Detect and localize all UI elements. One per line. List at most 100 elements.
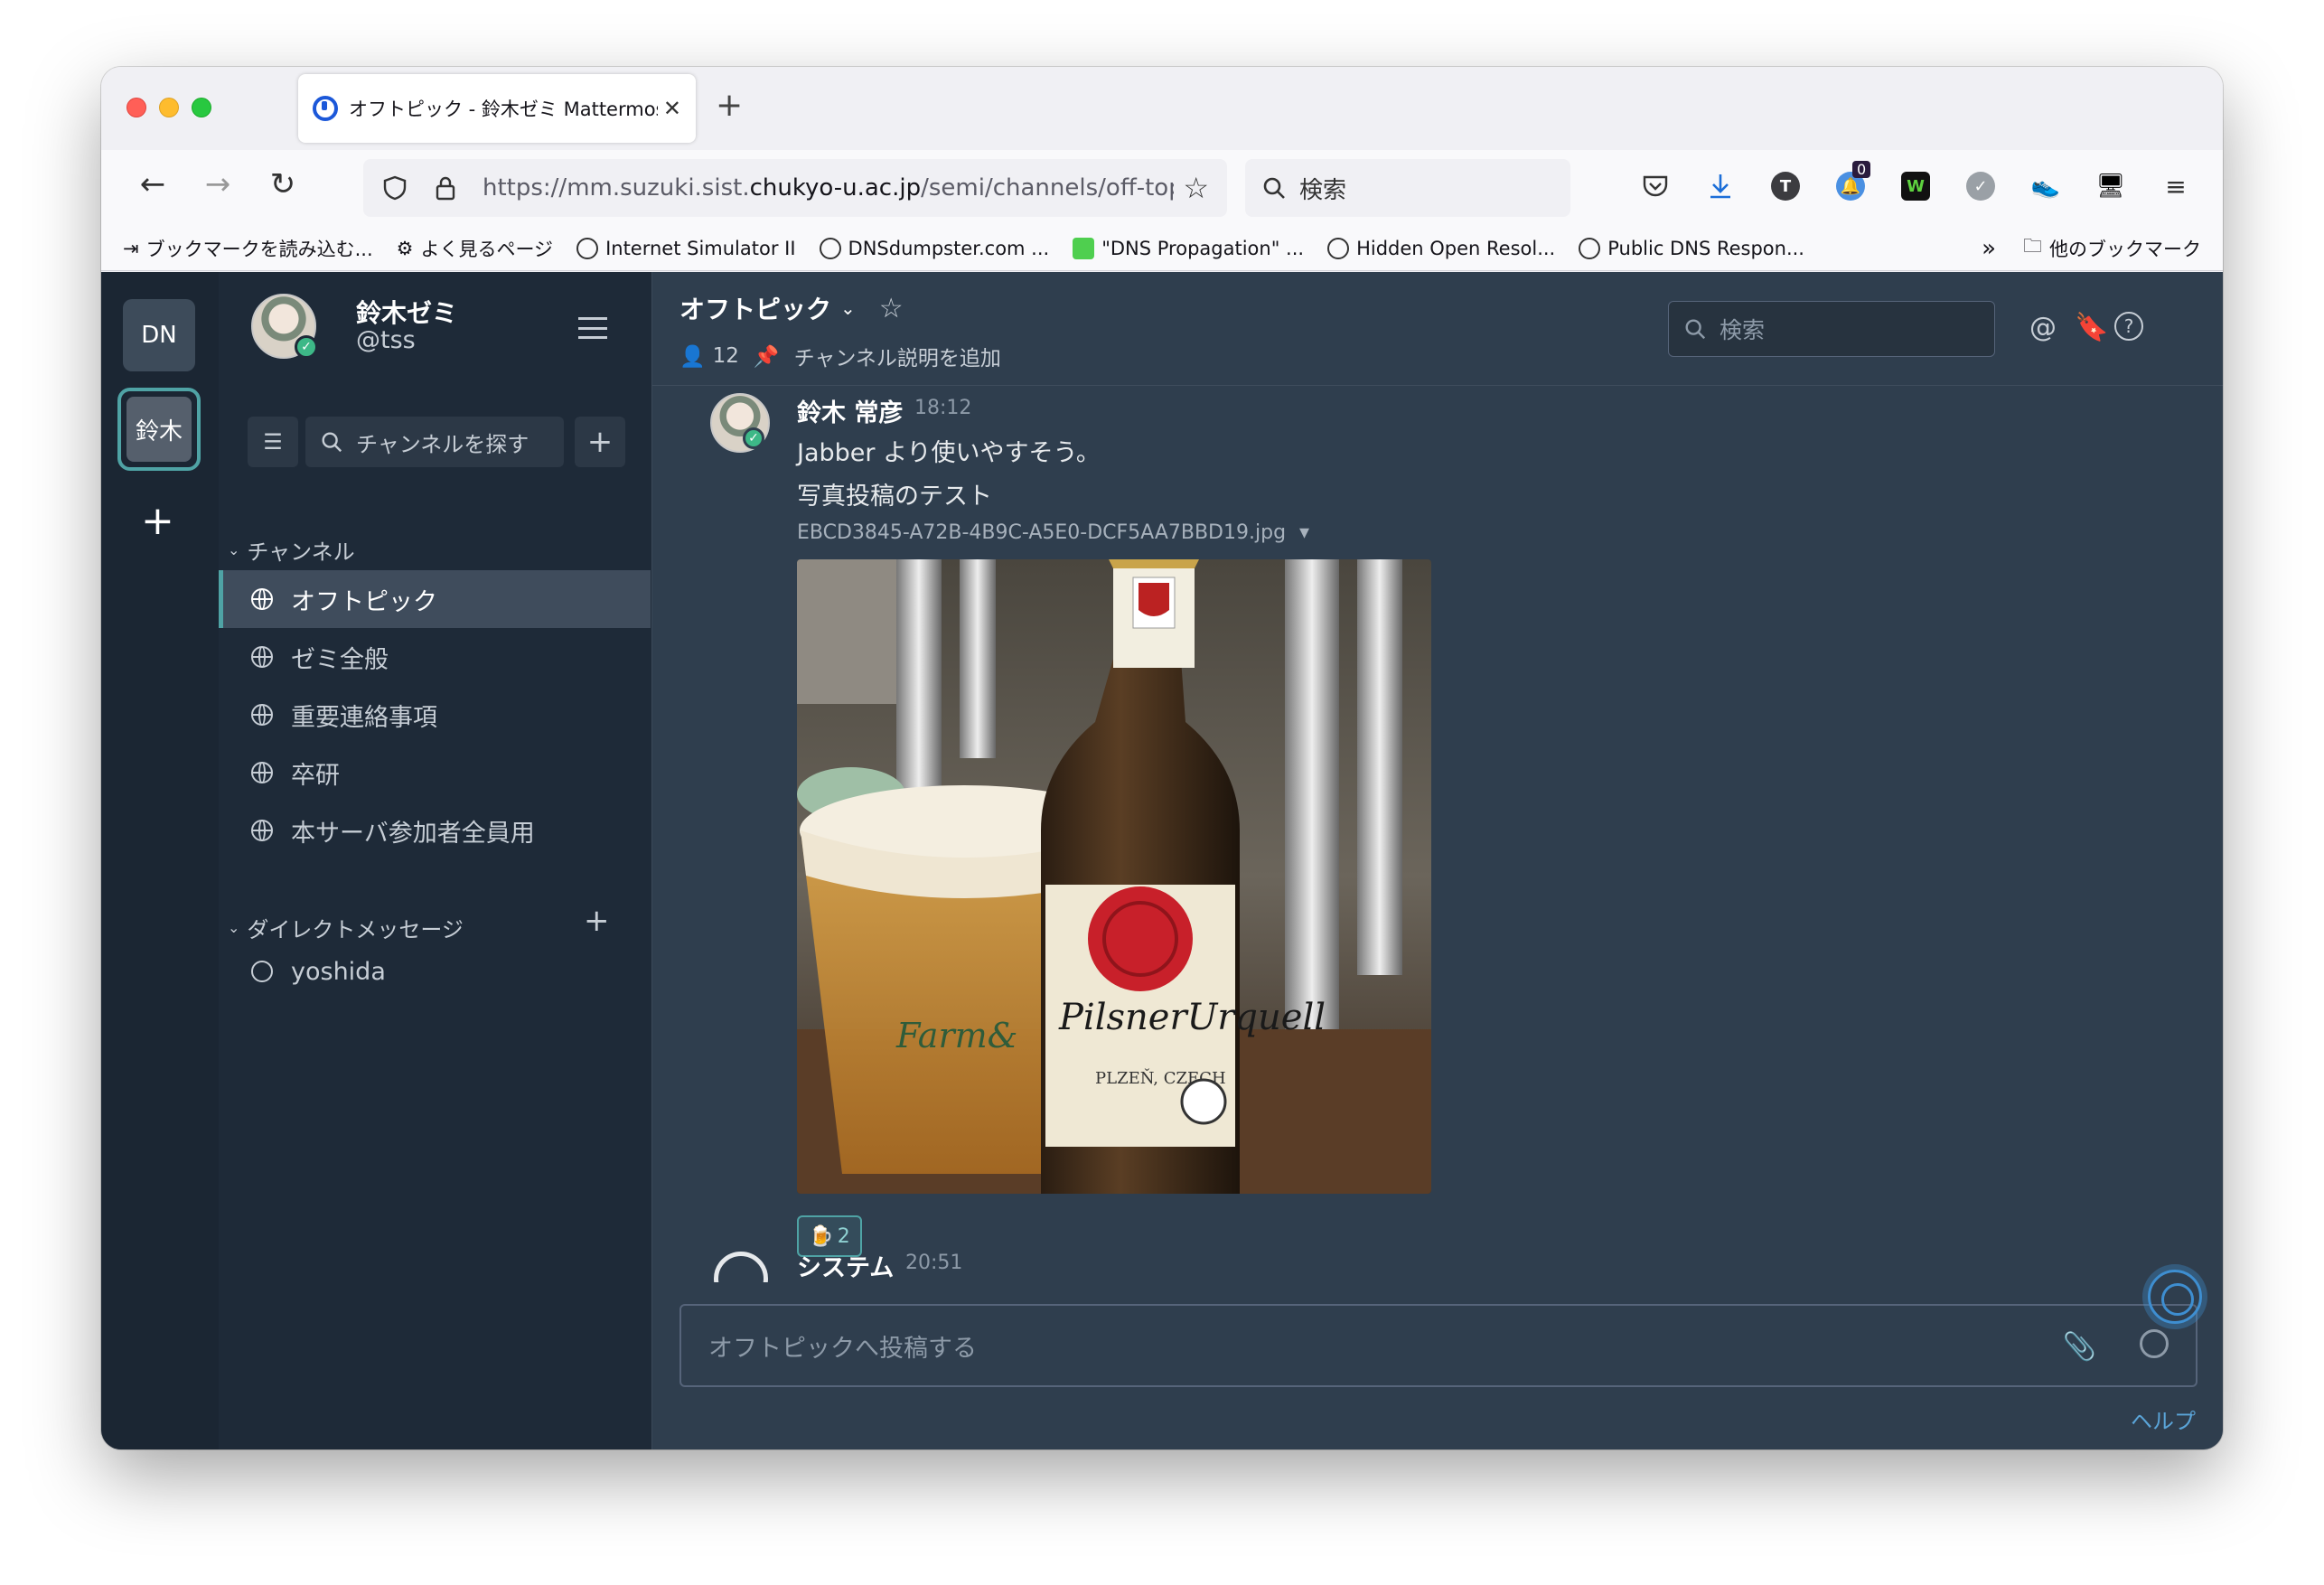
chevron-down-icon[interactable]: ⌄: [840, 297, 856, 319]
back-icon[interactable]: ←: [130, 166, 175, 202]
member-icon[interactable]: 👤: [679, 344, 706, 369]
hamburger-menu-icon[interactable]: [578, 317, 607, 339]
offline-status-icon: [251, 961, 273, 982]
search-icon: [322, 432, 342, 453]
add-dm-button[interactable]: +: [584, 903, 610, 939]
add-channel-button[interactable]: +: [575, 417, 625, 467]
pin-icon[interactable]: 📌: [754, 344, 780, 369]
pocket-icon[interactable]: [1637, 168, 1673, 204]
browser-tab[interactable]: オフトピック - 鈴木ゼミ Mattermost ✕: [298, 74, 696, 143]
bookmark-hidden-open-resolvers[interactable]: Hidden Open Resol...: [1327, 237, 1555, 259]
find-channel-button[interactable]: チャンネルを探す: [305, 417, 564, 467]
member-count[interactable]: 12: [713, 344, 739, 368]
notification-badge: 0: [1852, 161, 1871, 178]
shield-extension-icon[interactable]: W: [1898, 168, 1934, 204]
dm-section-header[interactable]: ⌄ ダイレクトメッセージ: [228, 912, 464, 943]
mention-icon[interactable]: @: [2029, 312, 2057, 343]
sidebar-item-all-members[interactable]: 本サーバ参加者全員用: [219, 802, 651, 859]
add-team-button[interactable]: +: [141, 498, 174, 544]
channel-header: オフトピック ⌄ ☆ 👤 12 📌 チャンネル説明を追加 検索 @ 🔖 ?: [652, 272, 2223, 386]
zoom-window-button[interactable]: [192, 98, 211, 117]
saved-messages-icon[interactable]: 🔖: [2075, 312, 2108, 343]
import-icon: ⇥: [123, 237, 139, 259]
check-extension-icon[interactable]: ✓: [1963, 168, 1999, 204]
navigation-bar: ← → ↻ https://mm.suzuki.sist.chukyo-u.ac…: [101, 150, 2223, 226]
cursor-focus-indicator: [2148, 1270, 2202, 1324]
folder-icon: 🗀: [2023, 234, 2042, 257]
globe-icon: [251, 704, 273, 726]
paperclip-icon[interactable]: 📎: [2063, 1331, 2096, 1363]
download-icon[interactable]: [1702, 168, 1738, 204]
browser-search-placeholder: 検索: [1299, 176, 1347, 204]
gear-icon: ⚙: [396, 237, 414, 259]
shoe-extension-icon[interactable]: 👟: [2028, 168, 2064, 204]
message-input-placeholder: オフトピックへ投稿する: [708, 1334, 977, 1363]
search-icon: [1685, 319, 1706, 340]
team-dn[interactable]: DN: [123, 299, 195, 371]
team-suzuki-selected[interactable]: 鈴木: [117, 388, 201, 471]
extension-t-icon[interactable]: T: [1767, 168, 1804, 204]
help-icon[interactable]: ?: [2114, 312, 2143, 341]
sidebar-item-important-notices[interactable]: 重要連絡事項: [219, 686, 651, 744]
channel-title[interactable]: オフトピック ⌄ ☆: [679, 290, 904, 326]
channel-sidebar: ✓ 鈴木ゼミ @tss ☰ チャンネルを探す + ⌄ チャンネル オフトピック ゼ…: [219, 272, 652, 1449]
svg-text:PilsnerUrquell: PilsnerUrquell: [1058, 997, 1326, 1038]
menu-icon[interactable]: ≡: [2158, 168, 2194, 204]
globe-icon: [1579, 237, 1601, 259]
favorite-star-icon[interactable]: ☆: [879, 293, 904, 324]
sidebar-item-seminar-general[interactable]: ゼミ全般: [219, 628, 651, 686]
minimize-window-button[interactable]: [159, 98, 179, 117]
browser-search-bar[interactable]: 検索: [1245, 159, 1570, 217]
monitor-extension-icon[interactable]: 🖥: [2093, 168, 2129, 204]
post-author[interactable]: システム: [797, 1248, 894, 1282]
add-description-link[interactable]: チャンネル説明を追加: [794, 341, 1001, 371]
bookmarks-bar: ⇥ ブックマークを読み込む... ⚙ よく見るページ Internet Simula…: [101, 226, 2223, 271]
reload-icon[interactable]: ↻: [260, 166, 305, 202]
post-time[interactable]: 20:51: [905, 1252, 962, 1274]
mattermost-icon: [313, 96, 338, 121]
chevron-down-icon: ⌄: [228, 541, 240, 558]
forward-icon[interactable]: →: [195, 166, 240, 202]
url-bar[interactable]: https://mm.suzuki.sist.chukyo-u.ac.jp/se…: [363, 159, 1227, 217]
new-tab-button[interactable]: +: [716, 87, 743, 124]
post-author[interactable]: 鈴木 常彦: [797, 393, 903, 428]
attached-photo[interactable]: Farm& PilsnerUrquell PLZEŇ, CZECH: [797, 559, 1431, 1194]
mattermost-logo-icon: [714, 1252, 768, 1282]
shield-icon[interactable]: [381, 174, 408, 202]
bookmark-dnsdumpster[interactable]: DNSdumpster.com ...: [819, 237, 1049, 259]
other-bookmarks[interactable]: 他のブックマーク: [2049, 235, 2201, 262]
bookmark-import[interactable]: ⇥ ブックマークを読み込む...: [123, 235, 373, 262]
help-link[interactable]: ヘルプ: [2131, 1403, 2196, 1435]
chevron-right-icon[interactable]: »: [1982, 235, 1996, 262]
notification-extension-icon[interactable]: 🔔 0: [1832, 161, 1871, 204]
emoji-icon[interactable]: [2140, 1329, 2169, 1358]
close-tab-icon[interactable]: ✕: [663, 96, 681, 121]
svg-text:Farm&: Farm&: [895, 1016, 1017, 1055]
channel-search-input[interactable]: 検索: [1668, 301, 1995, 357]
bookmark-dns-propagation[interactable]: "DNS Propagation" ...: [1073, 237, 1304, 259]
sidebar-item-graduation-research[interactable]: 卒研: [219, 744, 651, 802]
team-name[interactable]: 鈴木ゼミ: [356, 294, 457, 330]
attachment-file-name[interactable]: EBCD3845-A72B-4B9C-A5E0-DCF5AA7BBD19.jpg…: [797, 521, 1309, 544]
channels-section-header[interactable]: ⌄ チャンネル: [228, 534, 355, 566]
filter-icon[interactable]: ☰: [248, 417, 298, 467]
message-input[interactable]: オフトピックへ投稿する 📎: [679, 1304, 2197, 1387]
globe-icon: [251, 762, 273, 783]
sidebar-item-dm-yoshida[interactable]: yoshida: [219, 943, 651, 1000]
team-suzuki[interactable]: 鈴木: [127, 397, 192, 462]
tab-title: オフトピック - 鈴木ゼミ Mattermost: [349, 98, 658, 120]
globe-icon: [1327, 237, 1350, 259]
bookmark-most-visited[interactable]: ⚙ よく見るページ: [397, 235, 553, 262]
lock-icon[interactable]: [432, 174, 459, 202]
chevron-down-icon: ▾: [1299, 521, 1310, 544]
post-time[interactable]: 18:12: [914, 397, 971, 419]
bookmark-star-icon[interactable]: ☆: [1183, 171, 1209, 205]
close-window-button[interactable]: [127, 98, 146, 117]
channel-meta: 👤 12 📌 チャンネル説明を追加: [679, 341, 1001, 371]
bookmark-public-dns[interactable]: Public DNS Respon...: [1579, 237, 1804, 259]
sidebar-item-off-topic[interactable]: オフトピック: [219, 570, 651, 628]
mattermost-app: DN 鈴木 + ✓ 鈴木ゼミ @tss ☰ チャンネルを探す + ⌄ チャンネル …: [101, 272, 2223, 1449]
globe-icon: [819, 237, 841, 259]
globe-icon: [251, 588, 273, 610]
bookmark-internet-simulator[interactable]: Internet Simulator II: [576, 237, 796, 259]
